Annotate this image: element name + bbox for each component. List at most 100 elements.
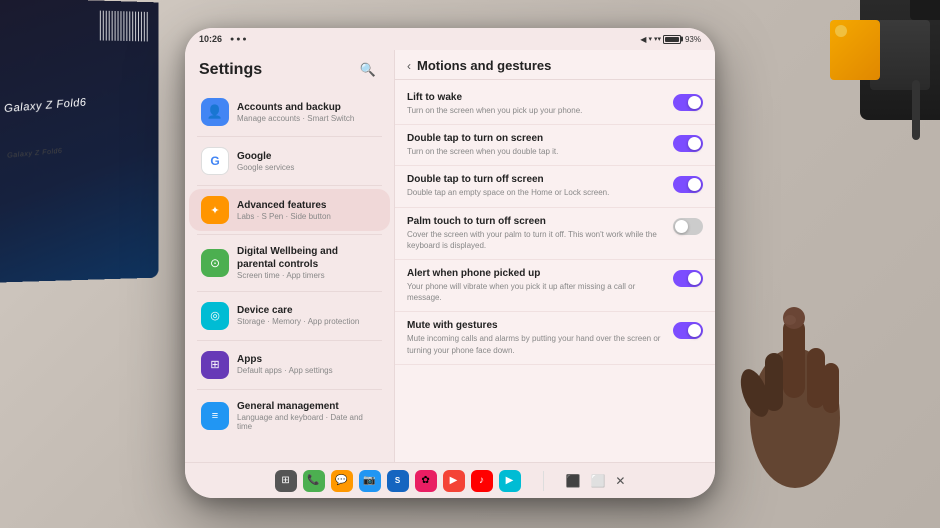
gesture-lift-text: Lift to wake Turn on the screen when you… bbox=[407, 92, 665, 116]
samsung-box: Galaxy Z Fold6 Galaxy Z Fold6 bbox=[0, 0, 158, 282]
gesture-double-tap-on-desc: Turn on the screen when you double tap i… bbox=[407, 146, 665, 157]
gesture-lift-title: Lift to wake bbox=[407, 92, 665, 103]
nav-app-grid[interactable]: ⊞ bbox=[275, 470, 297, 492]
signal-icon: ◀ bbox=[640, 35, 646, 44]
gesture-double-tap-off-desc: Double tap an empty space on the Home or… bbox=[407, 187, 665, 198]
toggle-mute-gestures[interactable] bbox=[673, 322, 703, 339]
settings-header: Settings 🔍 bbox=[185, 50, 394, 88]
status-time: 10:26 bbox=[199, 34, 222, 44]
settings-title: Settings bbox=[199, 61, 262, 79]
search-button[interactable]: 🔍 bbox=[356, 58, 380, 82]
apps-text: Apps Default apps · App settings bbox=[237, 353, 378, 376]
divider-1 bbox=[197, 136, 382, 137]
nav-recents-btn[interactable]: ✕ bbox=[615, 474, 625, 488]
general-subtitle: Language and keyboard · Date and time bbox=[237, 413, 378, 432]
toggle-knob-4 bbox=[675, 220, 688, 233]
apps-subtitle: Default apps · App settings bbox=[237, 366, 378, 376]
toggle-alert-pickup[interactable] bbox=[673, 270, 703, 287]
gesture-double-tap-off: Double tap to turn off screen Double tap… bbox=[395, 166, 715, 207]
nav-play[interactable]: ▶ bbox=[499, 470, 521, 492]
settings-item-google[interactable]: G Google Google services bbox=[189, 140, 390, 182]
box-text: Galaxy Z Fold6 bbox=[7, 148, 63, 160]
settings-item-general[interactable]: ≡ General management Language and keyboa… bbox=[189, 393, 390, 439]
settings-item-accounts[interactable]: 👤 Accounts and backup Manage accounts · … bbox=[189, 91, 390, 133]
device-care-subtitle: Storage · Memory · App protection bbox=[237, 317, 378, 327]
toggle-double-tap-on[interactable] bbox=[673, 135, 703, 152]
charger-plug bbox=[910, 0, 940, 20]
phone-device: 10:26 ● ● ● ◀ ▾ ▾▾ 93% Settings 🔍 bbox=[185, 28, 715, 498]
barcode bbox=[100, 11, 149, 42]
status-icons: ◀ ▾ ▾▾ 93% bbox=[640, 35, 701, 44]
settings-item-device-care[interactable]: ◎ Device care Storage · Memory · App pro… bbox=[189, 295, 390, 337]
toggle-knob-5 bbox=[688, 272, 701, 285]
gesture-alert-title: Alert when phone picked up bbox=[407, 268, 665, 279]
wifi-icon: ▾ bbox=[648, 35, 652, 43]
toggle-knob-6 bbox=[688, 324, 701, 337]
toggle-knob-2 bbox=[688, 137, 701, 150]
apps-icon: ⊞ bbox=[201, 351, 229, 379]
google-title: Google bbox=[237, 150, 378, 163]
digital-wellbeing-icon: ⊙ bbox=[201, 249, 229, 277]
toggle-double-tap-off[interactable] bbox=[673, 176, 703, 193]
gesture-lift-to-wake: Lift to wake Turn on the screen when you… bbox=[395, 84, 715, 125]
nav-messages[interactable]: 💬 bbox=[331, 470, 353, 492]
gesture-double-tap-on-text: Double tap to turn on screen Turn on the… bbox=[407, 133, 665, 157]
nav-music[interactable]: ♪ bbox=[471, 470, 493, 492]
divider-4 bbox=[197, 291, 382, 292]
settings-item-digital-wellbeing[interactable]: ⊙ Digital Wellbeing and parental control… bbox=[189, 238, 390, 288]
gesture-palm-title: Palm touch to turn off screen bbox=[407, 216, 665, 227]
accounts-text: Accounts and backup Manage accounts · Sm… bbox=[237, 101, 378, 124]
general-title: General management bbox=[237, 400, 378, 413]
divider-5 bbox=[197, 340, 382, 341]
google-icon: G bbox=[201, 147, 229, 175]
toggle-palm-touch[interactable] bbox=[673, 218, 703, 235]
accounts-subtitle: Manage accounts · Smart Switch bbox=[237, 114, 378, 124]
nav-divider bbox=[543, 471, 544, 491]
divider-2 bbox=[197, 185, 382, 186]
lego-object bbox=[830, 20, 890, 100]
digital-wellbeing-text: Digital Wellbeing and parental controls … bbox=[237, 245, 378, 281]
nav-youtube[interactable]: ▶ bbox=[443, 470, 465, 492]
nav-flowers[interactable]: ✿ bbox=[415, 470, 437, 492]
digital-wellbeing-title: Digital Wellbeing and parental controls bbox=[237, 245, 378, 271]
gesture-alert-pickup: Alert when phone picked up Your phone wi… bbox=[395, 260, 715, 312]
gesture-double-tap-on-title: Double tap to turn on screen bbox=[407, 133, 665, 144]
gestures-header: ‹ Motions and gestures bbox=[395, 50, 715, 80]
lego-stud bbox=[835, 25, 847, 37]
toggle-lift-to-wake[interactable] bbox=[673, 94, 703, 111]
digital-wellbeing-subtitle: Screen time · App timers bbox=[237, 271, 378, 281]
device-care-text: Device care Storage · Memory · App prote… bbox=[237, 304, 378, 327]
nav-home-btn[interactable]: ⬜ bbox=[590, 474, 605, 488]
device-care-icon: ◎ bbox=[201, 302, 229, 330]
nav-samsung[interactable]: S bbox=[387, 470, 409, 492]
nav-gesture-bar: ⬛ ⬜ ✕ bbox=[566, 474, 626, 488]
charger-cable bbox=[912, 80, 920, 140]
settings-panel: Settings 🔍 👤 Accounts and backup Manage … bbox=[185, 50, 395, 462]
battery-pct: 93% bbox=[685, 35, 701, 44]
toggle-knob bbox=[688, 96, 701, 109]
divider-3 bbox=[197, 234, 382, 235]
nav-phone[interactable]: 📞 bbox=[303, 470, 325, 492]
device-care-title: Device care bbox=[237, 304, 378, 317]
data-icon: ▾▾ bbox=[654, 35, 661, 43]
gesture-palm-touch: Palm touch to turn off screen Cover the … bbox=[395, 208, 715, 260]
toggle-knob-3 bbox=[688, 178, 701, 191]
divider-6 bbox=[197, 389, 382, 390]
advanced-subtitle: Labs · S Pen · Side button bbox=[237, 212, 378, 222]
back-button[interactable]: ‹ bbox=[407, 59, 411, 73]
gestures-panel: ‹ Motions and gestures Lift to wake Turn… bbox=[395, 50, 715, 462]
nav-back-btn[interactable]: ⬛ bbox=[566, 474, 581, 488]
app-tray: ⊞ 📞 💬 📷 S ✿ ▶ ♪ ▶ bbox=[275, 470, 521, 492]
nav-camera[interactable]: 📷 bbox=[359, 470, 381, 492]
gesture-mute-desc: Mute incoming calls and alarms by puttin… bbox=[407, 333, 665, 355]
settings-item-advanced[interactable]: ✦ Advanced features Labs · S Pen · Side … bbox=[189, 189, 390, 231]
gesture-palm-text: Palm touch to turn off screen Cover the … bbox=[407, 216, 665, 251]
status-bar: 10:26 ● ● ● ◀ ▾ ▾▾ 93% bbox=[185, 28, 715, 50]
settings-list: 👤 Accounts and backup Manage accounts · … bbox=[185, 88, 394, 462]
gesture-double-tap-off-text: Double tap to turn off screen Double tap… bbox=[407, 174, 665, 198]
google-text: Google Google services bbox=[237, 150, 378, 173]
google-subtitle: Google services bbox=[237, 163, 378, 173]
settings-item-apps[interactable]: ⊞ Apps Default apps · App settings bbox=[189, 344, 390, 386]
samsung-logo: Galaxy Z Fold6 bbox=[4, 97, 87, 116]
battery-icon bbox=[663, 35, 681, 44]
